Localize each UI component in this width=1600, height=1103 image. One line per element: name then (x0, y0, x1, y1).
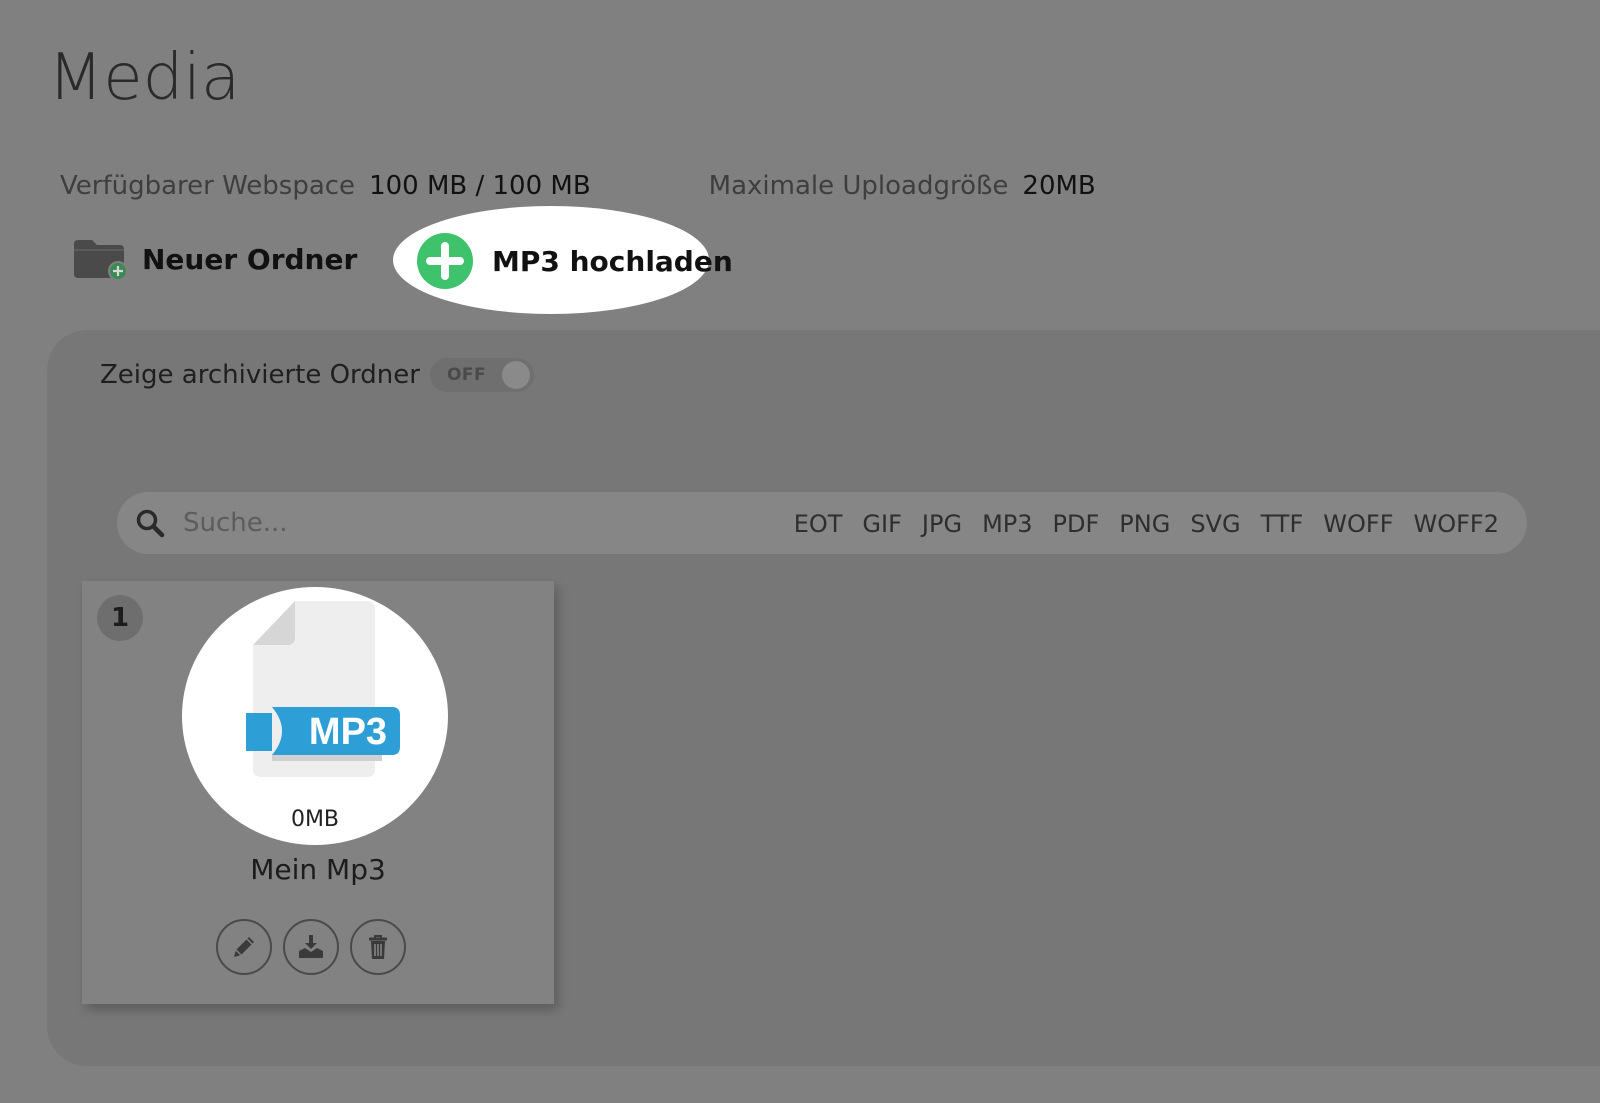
folder-plus-icon (74, 240, 128, 281)
upload-size-label: Maximale Uploadgröße (708, 171, 1009, 201)
file-thumbnail[interactable]: MP3 0MB (182, 587, 448, 845)
filter-woff[interactable]: WOFF (1323, 510, 1393, 538)
download-button[interactable] (283, 919, 339, 975)
filter-ttf[interactable]: TTF (1261, 510, 1304, 538)
download-icon (299, 935, 323, 958)
search-bar: EOT GIF JPG MP3 PDF PNG SVG TTF WOFF WOF… (117, 492, 1527, 554)
search-icon (136, 509, 165, 538)
new-folder-label: Neuer Ordner (142, 242, 358, 276)
file-size: 0MB (290, 807, 340, 832)
media-page: Media Verfügbarer Webspace 100 MB / 100 M… (0, 0, 1600, 1103)
file-card[interactable]: 1 MP3 0MB Mein Mp3 (82, 581, 554, 1004)
toggle-knob (501, 361, 530, 389)
delete-button[interactable] (350, 919, 406, 975)
filter-png[interactable]: PNG (1119, 510, 1170, 538)
file-name: Mein Mp3 (250, 853, 386, 886)
upload-size-value: 20MB (1022, 171, 1096, 201)
file-actions (216, 919, 406, 975)
new-folder-button[interactable]: Neuer Ordner (72, 234, 357, 284)
storage-stats: Verfügbarer Webspace 100 MB / 100 MB Maxim… (60, 168, 1096, 204)
filter-mp3[interactable]: MP3 (982, 510, 1032, 538)
filter-jpg[interactable]: JPG (922, 510, 962, 538)
plus-circle-icon (417, 233, 473, 289)
upload-mp3-label: MP3 hochladen (492, 244, 733, 278)
webspace-label: Verfügbarer Webspace (60, 171, 356, 201)
archived-folders-row: Zeige archivierte Ordner OFF (100, 358, 534, 392)
trash-icon (369, 935, 387, 959)
page-title: Media (48, 41, 241, 115)
edit-button[interactable] (216, 919, 272, 975)
mp3-badge-text: MP3 (309, 711, 387, 753)
filter-woff2[interactable]: WOFF2 (1414, 510, 1500, 538)
webspace-value: 100 MB / 100 MB (369, 171, 591, 201)
archived-folders-toggle[interactable]: OFF (429, 358, 534, 392)
pencil-icon (234, 937, 254, 957)
toggle-state-label: OFF (446, 365, 487, 385)
file-type-filters: EOT GIF JPG MP3 PDF PNG SVG TTF WOFF WOF… (794, 510, 1499, 538)
filter-gif[interactable]: GIF (862, 510, 901, 538)
file-index-badge: 1 (97, 595, 143, 641)
filter-eot[interactable]: EOT (794, 510, 843, 538)
filter-svg[interactable]: SVG (1190, 510, 1240, 538)
search-input[interactable] (181, 507, 745, 539)
upload-mp3-button[interactable]: MP3 hochladen (416, 232, 733, 290)
archived-folders-label: Zeige archivierte Ordner (100, 360, 420, 390)
filter-pdf[interactable]: PDF (1053, 510, 1100, 538)
